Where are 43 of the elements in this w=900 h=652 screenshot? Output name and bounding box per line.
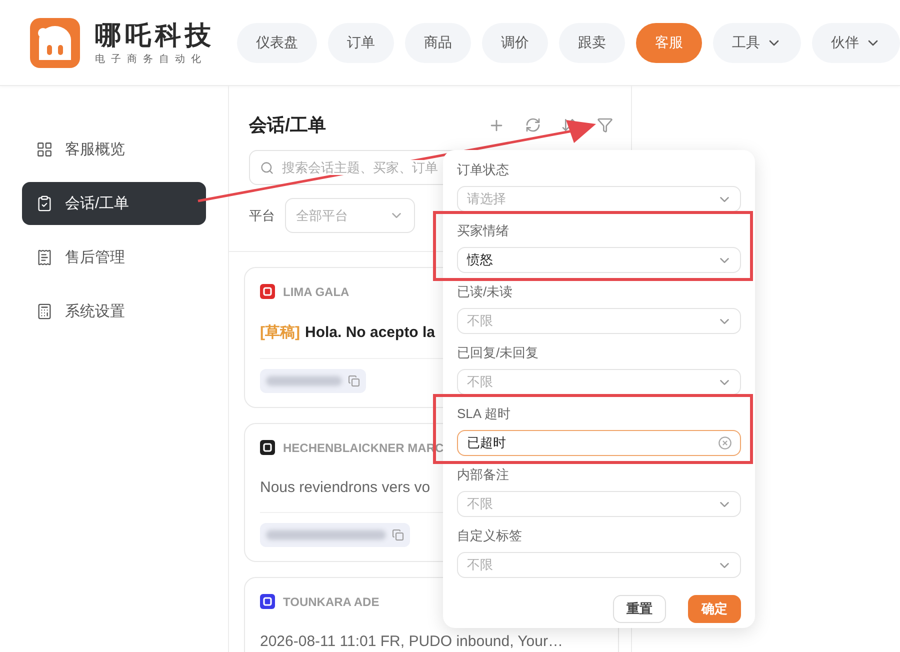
search-icon <box>260 160 274 174</box>
field-label: 内部备注 <box>457 466 510 484</box>
sidebar-item[interactable]: 客服概览 <box>22 128 206 171</box>
nav-tab[interactable]: 工具 <box>713 22 801 62</box>
filter-select[interactable]: 已超时 <box>457 430 741 456</box>
nav-tab[interactable]: 伙伴 <box>812 22 900 62</box>
receipt-icon <box>36 249 53 266</box>
grid-icon <box>36 141 53 158</box>
filter-icon[interactable] <box>597 116 613 132</box>
message-preview: 2026-08-11 11:01 FR, PUDO inbound, Your… <box>260 633 563 650</box>
copy-icon[interactable] <box>392 529 404 541</box>
field-label: 自定义标签 <box>457 527 523 545</box>
filter-label: 平台 <box>249 206 275 224</box>
shop-name: TOUNKARA ADE <box>283 594 380 608</box>
field-label: 已读/未读 <box>457 283 514 301</box>
message-preview: [草稿] Hola. No acepto la <box>260 323 436 342</box>
sidebar-item[interactable]: 系统设置 <box>22 290 206 333</box>
clipboard-icon <box>36 195 53 212</box>
calculator-icon <box>36 303 53 320</box>
order-chip[interactable] <box>260 369 366 393</box>
field-label: SLA 超时 <box>457 405 512 423</box>
filter-select[interactable]: 愤怒 <box>457 247 741 273</box>
clear-icon[interactable] <box>718 436 732 450</box>
brand-tagline: 电子商务自动化 <box>95 52 208 66</box>
logo-icon <box>30 18 80 68</box>
nav-tab[interactable]: 订单 <box>328 22 394 62</box>
refresh-icon[interactable] <box>525 116 541 132</box>
field-label: 订单状态 <box>457 161 510 179</box>
copy-icon[interactable] <box>348 375 360 387</box>
sidebar-item[interactable]: 会话/工单 <box>22 182 206 225</box>
field-label: 买家情绪 <box>457 222 510 240</box>
nav-tab[interactable]: 调价 <box>482 22 548 62</box>
brand-name: 哪吒科技 <box>95 20 215 50</box>
sidebar-item[interactable]: 售后管理 <box>22 236 206 279</box>
nav-tab[interactable]: 商品 <box>405 22 471 62</box>
field-label: 已回复/未回复 <box>457 344 540 362</box>
nav-tab[interactable]: 仪表盘 <box>237 22 317 62</box>
reset-button[interactable]: 重置 <box>613 595 666 623</box>
shop-name: LIMA GALA <box>283 284 350 298</box>
panel-title: 会话/工单 <box>249 114 328 137</box>
nav-tab[interactable]: 跟卖 <box>559 22 625 62</box>
message-preview: Nous reviendrons vers vo <box>260 479 430 496</box>
order-chip[interactable] <box>260 523 410 547</box>
